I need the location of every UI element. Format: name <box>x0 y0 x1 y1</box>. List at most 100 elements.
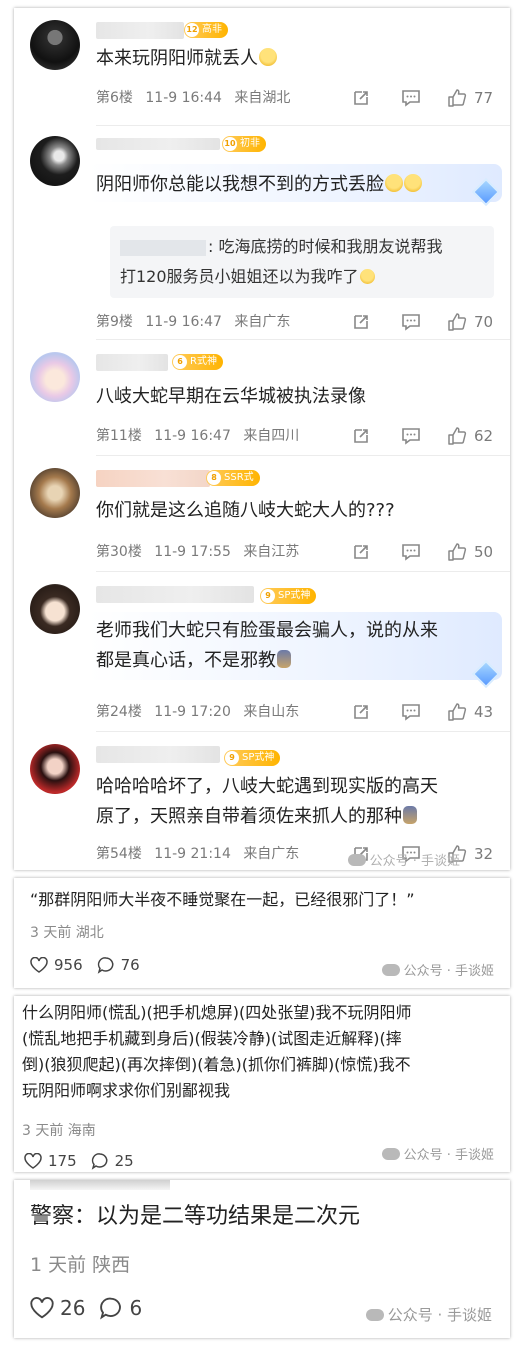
like-thumb-icon[interactable] <box>446 701 468 723</box>
heart-icon[interactable] <box>30 957 48 973</box>
comment-text: 八岐大蛇早期在云华城被执法录像 <box>96 386 366 407</box>
laugh-cry-emoji-icon <box>259 48 277 66</box>
share-icon[interactable] <box>350 311 372 333</box>
comment-item: 9 SP式神 老师我们大蛇只有脸蛋最会骗人，说的从来 都是真心话，不是邪教 第24… <box>14 572 510 732</box>
comment-text: 什么阴阳师(慌乱)(把手机熄屏)(四处张望)我不玩阴阳师 (慌乱地把手机藏到身后… <box>22 1003 412 1100</box>
comment-item: 12 高非 本来玩阴阳师就丢人 第6楼 11-9 16:44 来自湖北 77 <box>14 8 510 126</box>
comment-item: 6 R式神 八岐大蛇早期在云华城被执法录像 第11楼 11-9 16:47 来自四… <box>14 340 510 456</box>
badge-label: SSR式 <box>224 472 254 483</box>
like-thumb-icon[interactable] <box>446 425 468 447</box>
reply-icon[interactable] <box>400 311 422 333</box>
username-blurred[interactable] <box>96 746 220 763</box>
avatar[interactable] <box>30 136 80 186</box>
avatar[interactable] <box>30 352 80 402</box>
ip-location: 来自四川 <box>243 428 300 444</box>
comment-actions: 70 <box>322 310 494 334</box>
floor-number: 第30楼 <box>96 544 142 560</box>
floor-number: 第54楼 <box>96 846 142 862</box>
username-blurred[interactable] <box>96 22 184 39</box>
level-number: 9 <box>261 589 275 603</box>
comment-bubble-icon[interactable] <box>91 1152 109 1170</box>
share-icon[interactable] <box>350 541 372 563</box>
level-badge: 9 SP式神 <box>224 750 281 766</box>
ip-location: 来自广东 <box>234 314 291 330</box>
share-icon[interactable] <box>350 425 372 447</box>
comment-text: “那群阴阳师大半夜不睡觉聚在一起，已经很邪门了！” <box>30 890 415 909</box>
reply-count: 76 <box>120 956 140 974</box>
watermark: 公众号 · 手谈姬 <box>365 1304 492 1325</box>
badge-label: SP式神 <box>278 590 311 601</box>
wechat-icon <box>347 854 366 866</box>
avatar[interactable] <box>30 584 80 634</box>
like-count: 175 <box>48 1152 77 1170</box>
comment-thread-panel: 12 高非 本来玩阴阳师就丢人 第6楼 11-9 16:44 来自湖北 77 10… <box>14 8 510 870</box>
level-number: 6 <box>173 355 187 369</box>
comment-meta: 第6楼 11-9 16:44 来自湖北 <box>96 88 290 108</box>
like-thumb-icon[interactable] <box>446 87 468 109</box>
figure-emoji-icon <box>277 650 291 668</box>
post-time: 11-9 17:20 <box>154 704 231 720</box>
like-count: 26 <box>60 1296 86 1320</box>
avatar[interactable] <box>30 744 80 794</box>
reply-icon[interactable] <box>400 701 422 723</box>
level-badge: 9 SP式神 <box>260 588 317 604</box>
username-blurred[interactable] <box>96 354 168 371</box>
comment-meta: 第54楼 11-9 21:14 来自广东 <box>96 844 299 864</box>
like-count: 50 <box>474 543 494 561</box>
quoted-reply[interactable]: : 吃海底捞的时候和我朋友说帮我 打120服务员小姐姐还以为我咋了 <box>110 226 494 298</box>
badge-label: SP式神 <box>242 752 275 763</box>
like-thumb-icon[interactable] <box>446 541 468 563</box>
figure-emoji-icon <box>403 806 417 824</box>
heart-icon[interactable] <box>30 1297 54 1319</box>
watermark: 公众号 · 手谈姬 <box>347 850 460 869</box>
laugh-cry-emoji-icon <box>385 174 403 192</box>
reply-count: 25 <box>114 1152 134 1170</box>
ip-location: 来自江苏 <box>243 544 300 560</box>
like-thumb-icon[interactable] <box>446 311 468 333</box>
badge-label: 初非 <box>240 138 260 149</box>
like-count: 70 <box>474 313 494 331</box>
level-badge: 6 R式神 <box>172 354 223 370</box>
comment-text: 你们就是这么追随八岐大蛇大人的??? <box>96 500 395 521</box>
share-icon[interactable] <box>350 701 372 723</box>
level-number: 9 <box>225 751 239 765</box>
comment-bubble-icon[interactable] <box>99 1296 123 1320</box>
like-count: 43 <box>474 703 494 721</box>
avatar[interactable] <box>30 468 80 518</box>
comment-text: 本来玩阴阳师就丢人 <box>96 44 277 74</box>
floor-number: 第6楼 <box>96 90 133 106</box>
ip-location: 来自山东 <box>243 704 300 720</box>
username-blurred[interactable] <box>96 586 254 603</box>
comment-bubble-icon[interactable] <box>97 956 115 974</box>
comment-card: 警察：以为是二等功结果是二次元 1 天前 陕西 26 6 公众号 · 手谈姬 <box>14 1180 510 1338</box>
avatar[interactable] <box>30 20 80 70</box>
reply-icon[interactable] <box>400 425 422 447</box>
reply-icon[interactable] <box>400 541 422 563</box>
like-count: 32 <box>474 845 494 863</box>
reply-icon[interactable] <box>400 87 422 109</box>
ip-location: 来自广东 <box>243 846 300 862</box>
comment-actions: 77 <box>322 86 494 110</box>
comment-actions: 175 25 <box>24 1152 148 1170</box>
comment-meta: 3 天前 海南 <box>22 1123 96 1139</box>
watermark: 公众号 · 手谈姬 <box>381 960 494 979</box>
comment-text: 老师我们大蛇只有脸蛋最会骗人，说的从来 都是真心话，不是邪教 <box>96 620 438 671</box>
wechat-icon <box>365 1309 384 1321</box>
ip-location: 来自湖北 <box>234 90 291 106</box>
wechat-icon <box>381 1148 400 1160</box>
badge-label: 高非 <box>202 24 222 35</box>
comment-card: “那群阴阳师大半夜不睡觉聚在一起，已经很邪门了！” 3 天前 湖北 956 76… <box>14 878 510 988</box>
comment-actions: 956 76 <box>30 956 154 974</box>
share-icon[interactable] <box>350 87 372 109</box>
quoted-username-blurred <box>120 239 206 256</box>
quote-text: 打120服务员小姐姐还以为我咋了 <box>120 267 359 286</box>
username-blurred[interactable] <box>96 138 220 150</box>
comment-meta: 第24楼 11-9 17:20 来自山东 <box>96 702 299 722</box>
heart-icon[interactable] <box>24 1153 42 1169</box>
post-time: 11-9 21:14 <box>154 846 231 862</box>
floor-number: 第11楼 <box>96 428 142 444</box>
like-count: 77 <box>474 89 494 107</box>
username-blurred[interactable] <box>96 470 210 487</box>
comment-text: 阴阳师你总能以我想不到的方式丢脸 <box>96 170 422 200</box>
badge-label: R式神 <box>190 356 217 367</box>
